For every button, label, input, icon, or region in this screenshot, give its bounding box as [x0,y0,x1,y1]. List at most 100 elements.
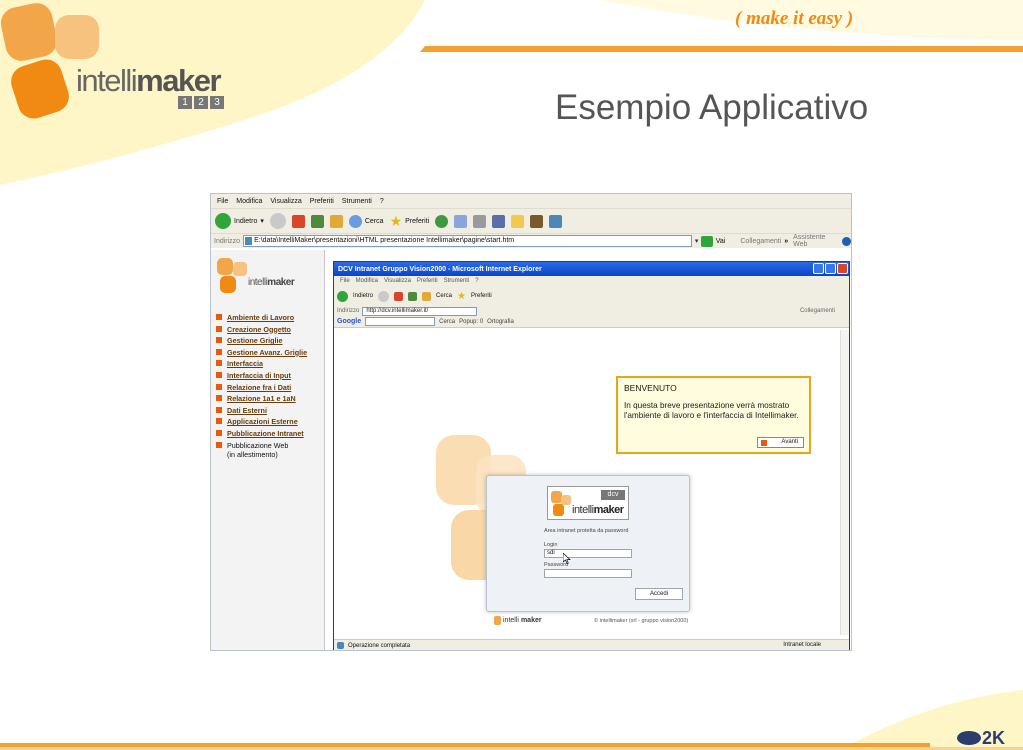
globe-icon[interactable] [842,236,851,246]
inner-search-label[interactable]: Cerca [436,293,452,299]
sidebar-item-relazione[interactable]: Relazione fra i Dati [216,382,324,394]
inner-star-icon[interactable]: ★ [457,291,466,302]
status-zone: Intranet locale [783,642,821,648]
inner-address-bar: Indirizzo http://dcv.intellimaker.it/ Co… [334,306,849,316]
inner-back-icon[interactable] [337,290,348,302]
stop-icon[interactable] [291,214,305,228]
maximize-icon[interactable] [825,263,836,274]
assistant-label[interactable]: Assistente Web [793,234,839,248]
inner-links-label[interactable]: Collegamenti [800,308,835,314]
folder-icon[interactable] [511,214,525,228]
google-search-input[interactable] [365,317,436,326]
menu-help[interactable]: ? [380,198,384,205]
login-caption: Area intranet protetta da password [544,528,629,534]
inner-menu-file[interactable]: File [340,278,350,284]
inner-menu-view[interactable]: Visualizza [384,278,411,284]
history-icon[interactable] [435,214,449,228]
sidebar-item-griglie-avanz[interactable]: Gestione Avanz. Griglie [216,347,324,359]
inner-favorites-label[interactable]: Preferiti [471,293,492,299]
minimize-icon[interactable] [813,263,824,274]
sidebar-logo-bold: maker [267,277,295,288]
slide-tagline: ( make it easy ) [735,8,854,29]
login-password-input[interactable] [544,569,632,578]
logo-number: 2 [194,96,208,109]
tooltip-next-button[interactable]: Avanti [757,437,804,448]
go-button[interactable]: Vai [716,238,726,245]
bullet-icon [216,360,222,367]
inner-address-input[interactable]: http://dcv.intellimaker.it/ [362,306,478,316]
edit-icon[interactable] [492,214,506,228]
sidebar-item-relazione-1a1[interactable]: Relazione 1a1 e 1aN [216,393,324,405]
google-search-button[interactable]: Cerca [439,319,455,325]
inner-title: DCV Intranet Gruppo Vision2000 - Microso… [338,265,542,273]
login-panel: dcv intellimaker Area intranet protetta … [486,475,690,612]
login-logo-light: intelli [572,504,594,516]
close-icon[interactable] [837,263,848,274]
print-icon[interactable] [473,214,487,228]
inner-refresh-icon[interactable] [408,291,418,301]
links-more-icon[interactable]: » [784,238,788,245]
inner-home-icon[interactable] [422,291,432,301]
dcv-badge: dcv [601,490,625,500]
inner-forward-icon[interactable] [378,290,390,302]
links-label[interactable]: Collegamenti [740,238,781,245]
google-popup-counter[interactable]: Popup: 0 [459,319,483,325]
dropdown-arrow-icon[interactable]: ▾ [695,237,699,245]
inner-browser-window: DCV Intranet Gruppo Vision2000 - Microso… [333,261,850,650]
favorites-button[interactable]: ★ Preferiti [390,213,430,230]
inner-toolbar: Indietro Cerca ★ Preferiti [334,286,849,306]
inner-menu-help[interactable]: ? [475,278,478,284]
mail-icon[interactable] [454,214,468,228]
sidebar-item-input[interactable]: Interfaccia di Input [216,370,324,382]
menu-view[interactable]: Visualizza [270,198,301,205]
sidebar-item-applicazioni[interactable]: Applicazioni Esterne [216,416,324,428]
menu-file[interactable]: File [217,198,228,205]
home-icon[interactable] [329,214,343,228]
login-logo: dcv intellimaker [547,486,629,520]
sidebar-logo: intellimaker [216,256,306,296]
star-icon: ★ [389,212,403,229]
inner-menu-tools[interactable]: Strumenti [444,278,470,284]
forward-arrow-icon[interactable] [269,213,286,229]
sidebar-item-griglie[interactable]: Gestione Griglie [216,335,324,347]
address-input[interactable]: E:\data\IntelliMaker\presentazioni\HTML … [243,235,692,247]
search-button[interactable]: Cerca [348,214,384,228]
messenger-icon[interactable] [549,214,563,228]
menu-favorites[interactable]: Preferiti [310,198,334,205]
inner-statusbar: Operazione completata Intranet locale [334,639,849,650]
inner-back-label[interactable]: Indietro [353,293,373,299]
bullet-icon [216,406,222,413]
google-logo[interactable]: Google [337,318,361,325]
login-user-input[interactable]: sdi [544,549,632,558]
inner-menu-favorites[interactable]: Preferiti [417,278,438,284]
browser-menubar: File Modifica Visualizza Preferiti Strum… [211,194,851,208]
inner-menubar: File Modifica Visualizza Preferiti Strum… [334,276,849,286]
logo-version-boxes: 1 2 3 [178,96,224,109]
login-logo-bold: maker [593,504,624,516]
inner-vertical-scrollbar[interactable] [840,330,849,635]
sidebar-logo-petals-icon [217,258,247,293]
footer-logo-bold: maker [520,617,542,624]
refresh-icon[interactable] [310,214,324,228]
go-arrow-icon[interactable] [701,235,713,247]
research-icon[interactable] [530,214,544,228]
menu-edit[interactable]: Modifica [236,198,262,205]
back-button[interactable]: Indietro ▾ [215,213,264,229]
inner-stop-icon[interactable] [394,291,404,301]
tooltip-body: In questa breve presentazione verrà most… [624,401,799,420]
bullet-icon [216,441,222,448]
sidebar-item-interfaccia[interactable]: Interfaccia [216,358,324,370]
intellimaker-logo: intellimaker 1 2 3 [0,0,240,130]
bullet-icon [216,314,222,320]
logo-text-bold: maker [136,63,221,98]
browser-content: intellimaker Ambiente di Lavoro Creazion… [211,250,851,650]
sidebar-item-dati-esterni[interactable]: Dati Esterni [216,405,324,417]
sidebar-item-intranet[interactable]: Pubblicazione Intranet [216,428,324,440]
sidebar-item-ambiente[interactable]: Ambiente di Lavoro [216,312,324,324]
inner-menu-edit[interactable]: Modifica [356,278,378,284]
search-icon [348,214,362,228]
sidebar-item-creazione[interactable]: Creazione Oggetto [216,324,324,336]
login-submit-button[interactable]: Accedi [635,588,683,600]
menu-tools[interactable]: Strumenti [342,198,372,205]
google-spell-button[interactable]: Ortografia [487,319,514,325]
